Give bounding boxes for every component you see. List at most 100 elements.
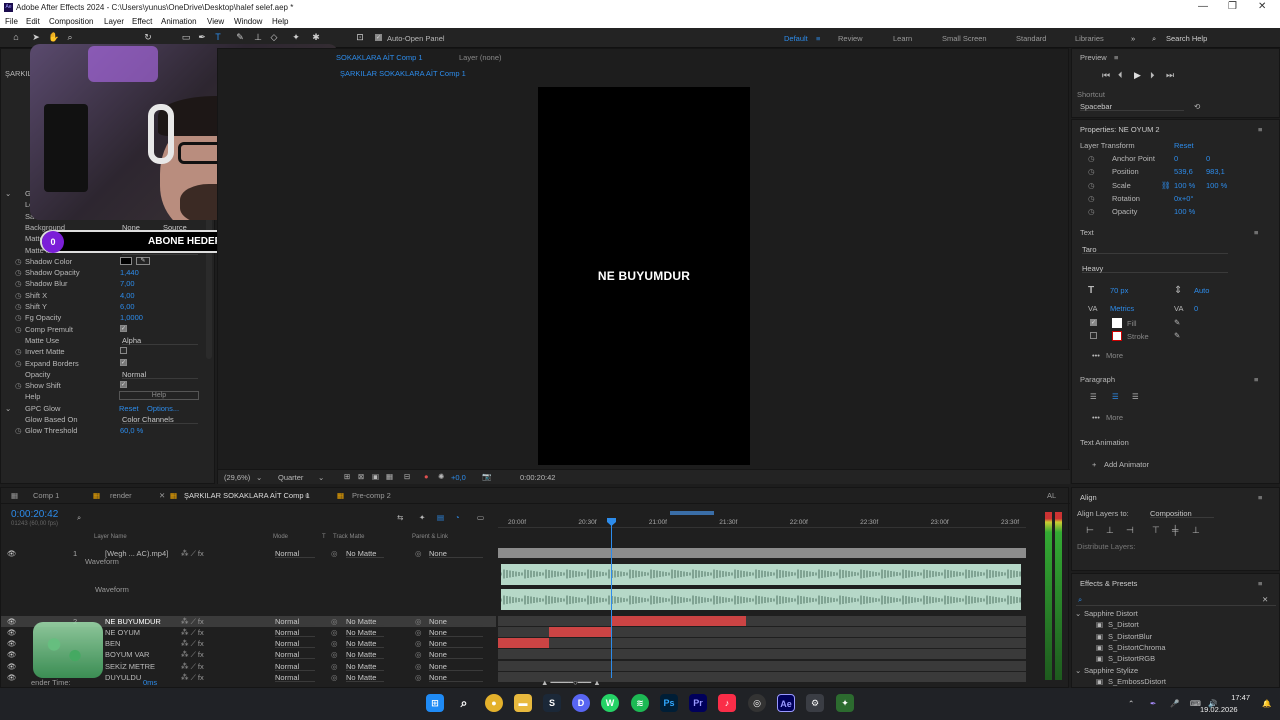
- fx-shadow-opacity-value[interactable]: 1,440: [120, 268, 139, 277]
- prop-anchor-point-stopwatch-icon[interactable]: ◷: [1088, 154, 1095, 163]
- font-style-dropdown[interactable]: Heavy: [1082, 264, 1228, 273]
- parent-pickwhip-icon[interactable]: ◎: [415, 650, 422, 659]
- parent-dropdown[interactable]: None: [429, 628, 483, 637]
- layer-name[interactable]: NE OYUM: [105, 628, 140, 637]
- after-effects-icon[interactable]: Ae: [777, 694, 795, 712]
- tab-active-menu-icon[interactable]: ≡: [305, 491, 309, 500]
- music-icon[interactable]: ♪: [718, 694, 736, 712]
- workspace-menu-icon[interactable]: ≡: [816, 34, 820, 43]
- reset-icon[interactable]: ⟲: [1194, 102, 1200, 111]
- align-left-icon[interactable]: ☰: [1090, 392, 1097, 401]
- menu-file[interactable]: File: [5, 17, 18, 26]
- prop-anchor-point-value-2[interactable]: 0: [1206, 154, 1210, 163]
- layer-mode-dropdown[interactable]: Normal: [275, 673, 315, 682]
- layer-clip[interactable]: [549, 627, 611, 637]
- comp-breadcrumb[interactable]: ŞARKILAR SOKAKLARA AİT Comp 1: [340, 69, 466, 78]
- fx-gpc-glow-reset[interactable]: Reset: [119, 404, 139, 413]
- fx-shift-y-stopwatch-icon[interactable]: ◷: [15, 302, 22, 311]
- preset-sapphire-stylize-expand-icon[interactable]: ⌄: [1075, 666, 1081, 675]
- play-icon[interactable]: ▶: [1134, 70, 1141, 81]
- zoom-dropdown[interactable]: (29,6%): [224, 473, 250, 482]
- align-center-icon[interactable]: ☰: [1112, 392, 1119, 401]
- preset-sapphire-distort-expand-icon[interactable]: ⌄: [1075, 609, 1081, 618]
- visibility-eye-icon[interactable]: 👁: [7, 549, 17, 558]
- menu-window[interactable]: Window: [234, 17, 262, 26]
- fx-shadow-color-swatch[interactable]: [120, 256, 132, 265]
- visibility-eye-icon[interactable]: 👁: [7, 628, 17, 637]
- text-menu-icon[interactable]: ≡: [1254, 228, 1258, 237]
- search-icon[interactable]: ⌕: [1152, 34, 1156, 44]
- parent-dropdown[interactable]: None: [429, 673, 483, 682]
- preset-s-distortrgb-item[interactable]: S_DistortRGB: [1108, 654, 1155, 663]
- paragraph-menu-icon[interactable]: ≡: [1254, 375, 1258, 384]
- parent-dropdown[interactable]: None: [429, 662, 483, 671]
- search-taskbar-icon[interactable]: ⌕: [455, 694, 473, 712]
- minimize-icon[interactable]: —: [1198, 1, 1208, 12]
- parent-pickwhip-icon[interactable]: ◎: [415, 628, 422, 637]
- tray-mic-icon[interactable]: 🎤: [1170, 699, 1179, 708]
- fx-shift-y-value[interactable]: 6,00: [120, 302, 135, 311]
- layer-name[interactable]: DUYULDU: [105, 673, 141, 682]
- fx-gpc-glow-expand-icon[interactable]: ⌄: [5, 404, 11, 413]
- layer-mode-dropdown[interactable]: Normal: [275, 617, 315, 626]
- comp-tab[interactable]: SOKAKLARA AİT Comp 1: [336, 53, 423, 62]
- fx-help-button[interactable]: Help: [119, 391, 199, 401]
- menu-help[interactable]: Help: [272, 17, 288, 26]
- layer-name[interactable]: BEN: [105, 639, 120, 648]
- preset-s-distortchroma-item[interactable]: S_DistortChroma: [1108, 643, 1166, 652]
- prop-position-value-2[interactable]: 983,1: [1206, 167, 1225, 176]
- app-circle-icon[interactable]: ◎: [748, 694, 766, 712]
- matte-pickwhip-icon[interactable]: ◎: [331, 662, 338, 671]
- menu-composition[interactable]: Composition: [49, 17, 93, 26]
- track-matte-dropdown[interactable]: No Matte: [346, 673, 384, 682]
- spotify-icon[interactable]: ≋: [631, 694, 649, 712]
- font-size-value[interactable]: 70 px: [1110, 286, 1128, 295]
- timeline-timecode[interactable]: 0:00:20:42: [11, 509, 58, 520]
- menu-edit[interactable]: Edit: [26, 17, 40, 26]
- fx-glow-threshold-value[interactable]: 60,0 %: [120, 426, 143, 435]
- fx-show-shift-stopwatch-icon[interactable]: ◷: [15, 381, 22, 390]
- auto-open-checkbox[interactable]: ✓: [375, 34, 382, 41]
- parent-pickwhip-icon[interactable]: ◎: [415, 639, 422, 648]
- stroke-checkbox[interactable]: [1090, 332, 1097, 339]
- graph-editor-icon[interactable]: ▭: [477, 513, 484, 522]
- menu-view[interactable]: View: [207, 17, 224, 26]
- zoom-tool-icon[interactable]: ⌕: [64, 31, 76, 43]
- align-menu-icon[interactable]: ≡: [1258, 493, 1262, 502]
- grid-icon[interactable]: ⊠: [358, 472, 364, 481]
- region-icon[interactable]: ⊟: [404, 472, 410, 481]
- properties-menu-icon[interactable]: ≡: [1258, 125, 1262, 134]
- track-bar[interactable]: [498, 649, 1026, 659]
- fill-swatch[interactable]: [1112, 318, 1122, 328]
- motion-blur-icon[interactable]: ◔: [455, 513, 460, 522]
- layer-mode-dropdown[interactable]: Normal: [275, 628, 315, 637]
- parent-dropdown[interactable]: None: [429, 617, 483, 626]
- align-bottom-edges-icon[interactable]: ⊥: [1192, 525, 1200, 536]
- chrome-icon[interactable]: ●: [485, 694, 503, 712]
- search-help-input[interactable]: Search Help: [1166, 34, 1207, 43]
- fx-shift-x-stopwatch-icon[interactable]: ◷: [15, 291, 22, 300]
- track-bar[interactable]: [498, 638, 1026, 648]
- visibility-eye-icon[interactable]: 👁: [7, 639, 17, 648]
- fx-matte-use-dropdown[interactable]: Alpha: [122, 336, 198, 345]
- parent-pickwhip-icon[interactable]: ◎: [415, 662, 422, 671]
- tray-chevron-icon[interactable]: ⌃: [1128, 699, 1134, 708]
- visibility-eye-icon[interactable]: 👁: [7, 673, 17, 682]
- align-to-dropdown[interactable]: Composition: [1150, 509, 1214, 518]
- switches-icon[interactable]: ⁂ ⟋ fx: [181, 617, 204, 627]
- workspace-default[interactable]: Default: [784, 34, 808, 43]
- close-tab-icon[interactable]: ✕: [159, 491, 165, 500]
- align-right-icon[interactable]: ☰: [1132, 392, 1139, 401]
- matte-pickwhip-icon[interactable]: ◎: [331, 549, 338, 558]
- maximize-icon[interactable]: ❐: [1228, 1, 1237, 12]
- stroke-eyedropper-icon[interactable]: ✎: [1174, 331, 1180, 340]
- tracking-value[interactable]: 0: [1194, 304, 1198, 313]
- add-animator-button[interactable]: Add Animator: [1104, 460, 1149, 469]
- fill-eyedropper-icon[interactable]: ✎: [1174, 318, 1180, 327]
- prop-anchor-point-value-1[interactable]: 0: [1174, 154, 1178, 163]
- layer-name[interactable]: NE BUYUMDUR: [105, 617, 161, 626]
- more-paragraph-icon[interactable]: •••: [1092, 413, 1100, 422]
- next-frame-icon[interactable]: ⏵: [1150, 70, 1155, 81]
- fx-opacity-dropdown[interactable]: Normal: [122, 370, 198, 379]
- clock-date[interactable]: 19.02.2026: [1200, 705, 1238, 714]
